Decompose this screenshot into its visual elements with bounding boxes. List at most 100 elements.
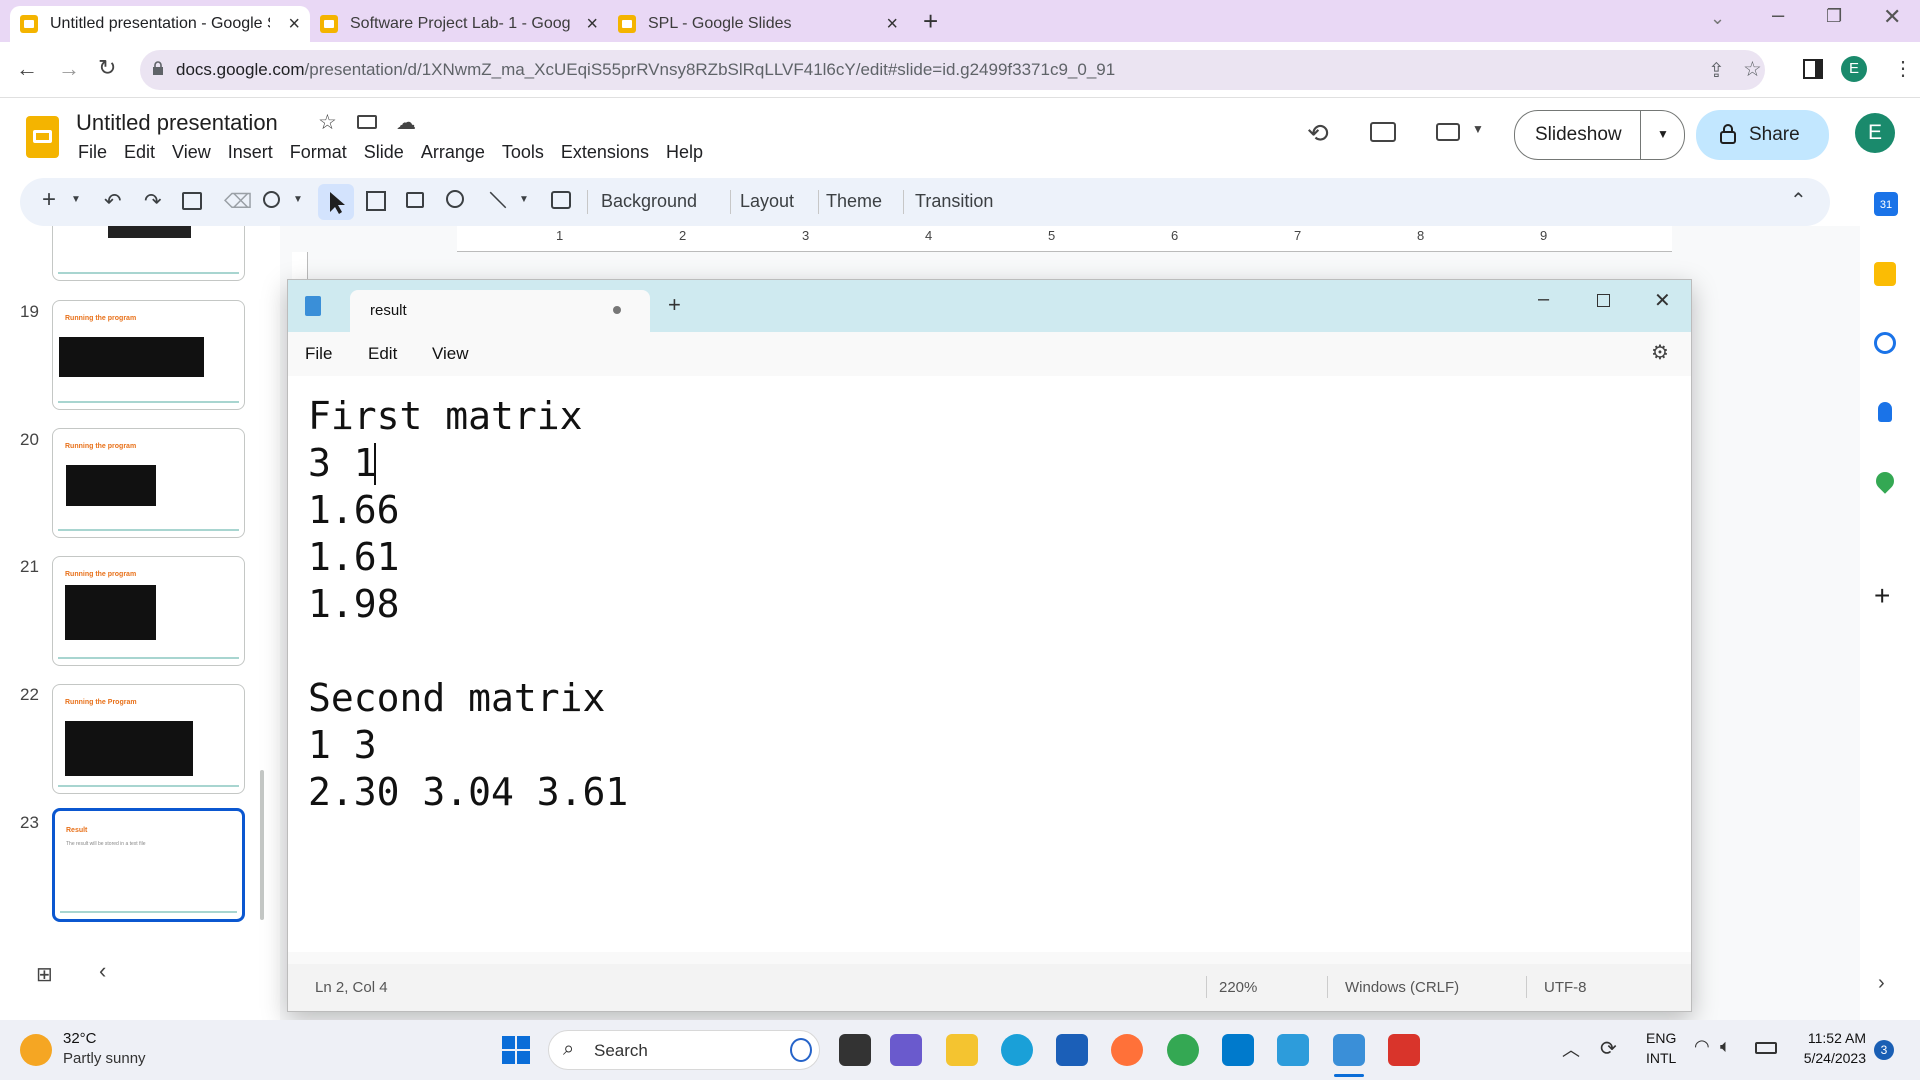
new-notepad-tab-button[interactable]: +	[668, 292, 681, 318]
chrome-icon[interactable]	[1167, 1034, 1199, 1066]
expand-panel-icon[interactable]: ›	[1878, 972, 1885, 995]
grid-view-icon[interactable]: ⊞	[36, 962, 53, 987]
close-window-button[interactable]: ✕	[1883, 4, 1901, 30]
menu-file[interactable]: File	[78, 142, 107, 162]
zoom-dropdown-icon[interactable]: ▼	[293, 194, 303, 205]
menu-format[interactable]: Format	[290, 142, 347, 162]
back-icon[interactable]: ←	[16, 56, 38, 82]
notepad-menu-view[interactable]: View	[432, 344, 469, 364]
taskbar-search-box[interactable]: ⌕ Search	[548, 1030, 820, 1070]
slides-logo-icon[interactable]	[26, 116, 59, 158]
layout-button[interactable]: Layout	[730, 191, 794, 212]
firefox-icon[interactable]	[1111, 1034, 1143, 1066]
new-slide-icon[interactable]: +	[42, 186, 56, 214]
tasks-icon[interactable]	[1874, 332, 1896, 354]
filmstrip-scrollbar[interactable]	[260, 770, 264, 920]
star-icon[interactable]: ☆	[318, 110, 337, 135]
reload-icon[interactable]: ↻	[98, 55, 116, 81]
browser-tab[interactable]: SPL - Google Slides ×	[608, 6, 908, 42]
paint-format-icon[interactable]: ⌫	[224, 189, 252, 214]
notepad-text-editor[interactable]: First matrix 3 1 1.66 1.61 1.98 Second m…	[288, 376, 1691, 952]
menu-slide[interactable]: Slide	[364, 142, 404, 162]
share-button[interactable]: Share	[1696, 110, 1829, 160]
task-view-icon[interactable]	[839, 1034, 871, 1066]
restore-window-button[interactable]: ❐	[1826, 6, 1842, 27]
close-tab-icon[interactable]: ×	[288, 13, 300, 36]
file-explorer-icon[interactable]	[946, 1034, 978, 1066]
wifi-icon[interactable]: ◠	[1694, 1036, 1710, 1057]
notepad-menu-file[interactable]: File	[305, 344, 332, 364]
transition-button[interactable]: Transition	[905, 191, 993, 212]
notepad-title-bar[interactable]: result + – ✕	[288, 280, 1691, 332]
notepad-minimize-button[interactable]: –	[1538, 288, 1549, 311]
slide-thumbnail-21[interactable]: Running the program	[52, 556, 245, 666]
menu-insert[interactable]: Insert	[228, 142, 273, 162]
contacts-icon[interactable]	[1878, 402, 1892, 422]
close-tab-icon[interactable]: ×	[586, 13, 598, 36]
edge-browser-icon[interactable]	[1001, 1034, 1033, 1066]
slideshow-dropdown-icon[interactable]: ▼	[1657, 127, 1669, 141]
background-button[interactable]: Background	[601, 191, 697, 212]
meet-camera-icon[interactable]	[1436, 123, 1460, 141]
keep-icon[interactable]	[1874, 262, 1896, 286]
show-hidden-icons-chevron[interactable]: ︿	[1562, 1036, 1580, 1062]
language-bottom[interactable]: INTL	[1646, 1050, 1676, 1066]
menu-arrange[interactable]: Arrange	[421, 142, 485, 162]
close-tab-icon[interactable]: ×	[886, 13, 898, 36]
comment-add-icon[interactable]	[551, 191, 571, 209]
tab-search-icon[interactable]: ⌄	[1710, 8, 1725, 29]
print-icon[interactable]	[182, 192, 202, 210]
minimize-window-button[interactable]: –	[1772, 2, 1784, 28]
browser-tab-active[interactable]: Untitled presentation - Google Sl ×	[10, 6, 310, 42]
menu-tools[interactable]: Tools	[502, 142, 544, 162]
browser-menu-icon[interactable]: ⋮	[1893, 56, 1913, 81]
new-tab-button[interactable]: +	[923, 6, 938, 37]
weather-sun-icon[interactable]	[20, 1034, 52, 1066]
zoom-icon[interactable]	[263, 191, 280, 208]
notification-badge[interactable]: 3	[1874, 1040, 1894, 1060]
forward-icon[interactable]: →	[58, 56, 80, 82]
volume-icon[interactable]: 🔈︎	[1720, 1036, 1731, 1057]
menu-view[interactable]: View	[172, 142, 211, 162]
version-history-icon[interactable]: ⟲	[1307, 118, 1329, 149]
url-field[interactable]: docs.google.com/presentation/d/1XNwmZ_ma…	[140, 50, 1765, 90]
image-icon[interactable]	[406, 192, 424, 208]
bookmark-star-icon[interactable]: ☆	[1743, 57, 1762, 82]
notepad-menu-edit[interactable]: Edit	[368, 344, 397, 364]
slide-thumbnail-18[interactable]	[52, 226, 245, 281]
slide-thumbnail-20[interactable]: Running the program	[52, 428, 245, 538]
frame-icon[interactable]	[366, 191, 386, 211]
collapse-filmstrip-icon[interactable]: ‹	[99, 958, 106, 984]
share-page-icon[interactable]: ⇪	[1708, 58, 1725, 83]
sync-icon[interactable]: ⟳	[1600, 1036, 1617, 1061]
menu-help[interactable]: Help	[666, 142, 703, 162]
clock-date[interactable]: 5/24/2023	[1786, 1050, 1866, 1066]
language-top[interactable]: ENG	[1646, 1030, 1676, 1046]
unsaved-dot-icon[interactable]	[613, 306, 621, 314]
slide-thumbnail-19[interactable]: Running the program	[52, 300, 245, 410]
comments-icon[interactable]	[1370, 122, 1396, 142]
notepad-close-button[interactable]: ✕	[1654, 288, 1671, 313]
menu-edit[interactable]: Edit	[124, 142, 155, 162]
bing-icon[interactable]	[790, 1038, 812, 1062]
redo-icon[interactable]: ↷	[144, 189, 162, 214]
calendar-icon[interactable]: 31	[1874, 192, 1898, 216]
select-tool-button[interactable]	[318, 184, 354, 220]
add-on-plus-icon[interactable]: +	[1874, 580, 1890, 612]
undo-icon[interactable]: ↶	[104, 189, 122, 214]
notepad-maximize-button[interactable]	[1597, 294, 1610, 307]
side-panel-icon[interactable]	[1803, 59, 1823, 79]
weather-temperature[interactable]: 32°C	[63, 1030, 97, 1047]
line-icon[interactable]: —	[482, 182, 516, 216]
clock-time[interactable]: 11:52 AM	[1786, 1030, 1866, 1046]
browser-tab[interactable]: Software Project Lab- 1 - Google ×	[310, 6, 608, 42]
shape-icon[interactable]	[446, 190, 464, 208]
move-folder-icon[interactable]	[357, 115, 377, 129]
line-dropdown-icon[interactable]: ▼	[519, 194, 529, 205]
weather-description[interactable]: Partly sunny	[63, 1050, 146, 1067]
profile-avatar[interactable]: E	[1841, 56, 1867, 82]
battery-icon[interactable]	[1755, 1042, 1777, 1054]
notepad-taskbar-icon[interactable]	[1333, 1034, 1365, 1066]
slideshow-button[interactable]: Slideshow ▼	[1514, 110, 1685, 160]
document-title[interactable]: Untitled presentation	[76, 110, 278, 136]
